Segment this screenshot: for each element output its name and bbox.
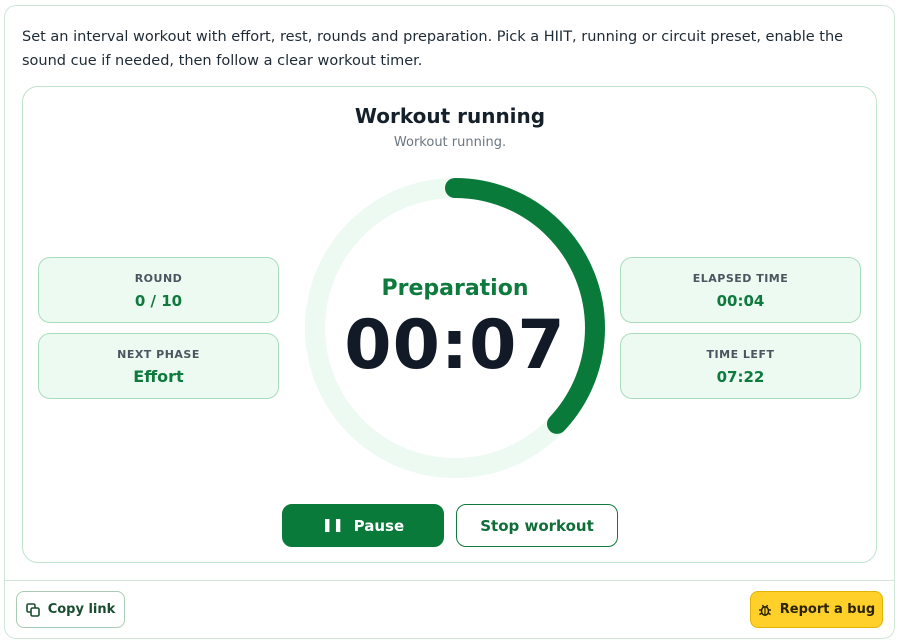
time-left-label: TIME LEFT	[706, 348, 775, 361]
time-left-value: 07:22	[716, 368, 765, 386]
bug-icon	[758, 604, 771, 616]
footer-divider	[5, 580, 894, 581]
pause-icon: ❚❚	[321, 518, 344, 533]
round-stat: ROUND 0 / 10	[38, 257, 279, 323]
time-left-stat: TIME LEFT 07:22	[620, 333, 861, 399]
next-phase-value: Effort	[133, 367, 184, 386]
report-bug-label: Report a bug	[779, 602, 876, 617]
elapsed-time-stat: ELAPSED TIME 00:04	[620, 257, 861, 323]
stop-workout-label: Stop workout	[480, 516, 594, 535]
report-bug-button[interactable]: Report a bug	[750, 591, 883, 628]
status-subtitle: Workout running.	[393, 135, 507, 150]
stop-workout-button[interactable]: Stop workout	[456, 504, 618, 547]
copy-link-label: Copy link	[47, 602, 116, 617]
elapsed-time-value: 00:04	[716, 292, 765, 310]
phase-label: Preparation	[381, 276, 529, 301]
copy-icon	[25, 602, 40, 617]
intro-text: Set an interval workout with effort, res…	[22, 29, 844, 69]
elapsed-time-label: ELAPSED TIME	[692, 272, 789, 285]
status-title: Workout running	[354, 104, 546, 128]
round-value: 0 / 10	[134, 292, 183, 310]
pause-button[interactable]: ❚❚ Pause	[282, 504, 444, 547]
timer-display: 00:07	[344, 306, 566, 385]
next-phase-stat: NEXT PHASE Effort	[38, 333, 279, 399]
round-label: ROUND	[134, 272, 183, 285]
copy-link-button[interactable]: Copy link	[16, 591, 125, 628]
next-phase-label: NEXT PHASE	[117, 348, 200, 361]
pause-label: Pause	[353, 516, 405, 535]
